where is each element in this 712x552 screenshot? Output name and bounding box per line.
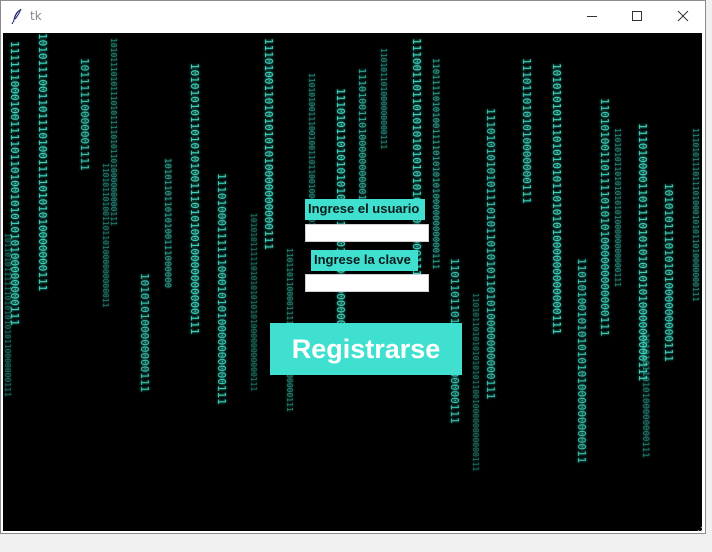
binary-rain-column: 111010111011101000101011010000000111 [691, 128, 700, 302]
binary-rain-column: 1101010010101010101000000000011 [575, 258, 588, 463]
minimize-icon [587, 16, 597, 17]
binary-rain-column: 101011100110111010011110101010000000111 [36, 33, 49, 291]
binary-rain-column: 1101011010101010101100100000000000111 [471, 293, 480, 471]
maximize-button[interactable] [614, 1, 660, 31]
password-input[interactable] [305, 274, 429, 292]
window-title: tk [30, 9, 42, 23]
binary-rain-column: 11101001101010101010000000000111 [262, 38, 275, 250]
binary-rain-column: 10111110000001111 [78, 58, 91, 171]
binary-rain-column: 10101011010100000000111 [640, 333, 650, 458]
binary-rain-column: 110111101010011110101010100000000000111 [430, 58, 440, 269]
binary-rain-column: 1011010111111010101010110000000111 [3, 233, 12, 397]
maximize-icon [632, 11, 642, 21]
binary-rain-column: 1110110101010000000111 [520, 58, 533, 204]
close-icon [677, 10, 689, 22]
register-button[interactable]: Registrarse [270, 323, 462, 375]
password-label: Ingrese la clave [311, 250, 418, 271]
binary-rain-column: 1110101010101110101101010110101000000000… [484, 108, 497, 399]
binary-rain-column: 11101001101000000000011 [356, 68, 367, 206]
minimize-button[interactable] [569, 1, 615, 31]
binary-rain-column: 1010101011101010101101010100000000000011… [550, 63, 563, 335]
binary-rain-column: 1010101011010101001110101001000000000011… [188, 63, 201, 335]
app-window: tk 1111110001001111011010010101010100000… [0, 0, 706, 534]
binary-rain-column: 101010100000000111 [138, 273, 151, 392]
user-label: Ingrese el usuario [305, 199, 425, 220]
binary-rain-column: 1110101101010101011010101010000000000111 [334, 88, 347, 353]
binary-rain-column: 110101011010101010100000000000111 [613, 128, 622, 287]
binary-rain-column: 1010101111101010101010100000000000111 [249, 213, 258, 391]
canvas-area: 1111110001001111011010010101010100000000… [3, 33, 702, 531]
binary-rain-column: 11101000111111000101010000000000111 [215, 173, 228, 405]
binary-rain-column: 110101101000000000111 [379, 48, 388, 149]
binary-rain-column: 101010111010101000000000111 [662, 183, 675, 362]
feather-icon [11, 8, 22, 24]
resize-grip-icon[interactable] [695, 524, 703, 532]
binary-rain-column: 110101101001101101000000000011 [101, 163, 110, 308]
user-input[interactable] [305, 224, 429, 242]
close-button[interactable] [660, 1, 706, 31]
binary-rain-column: 101011011010100111000000 [162, 158, 172, 288]
binary-rain-column: 110101001101111010101000000000000111 [598, 98, 611, 336]
title-bar[interactable]: tk [1, 1, 705, 32]
